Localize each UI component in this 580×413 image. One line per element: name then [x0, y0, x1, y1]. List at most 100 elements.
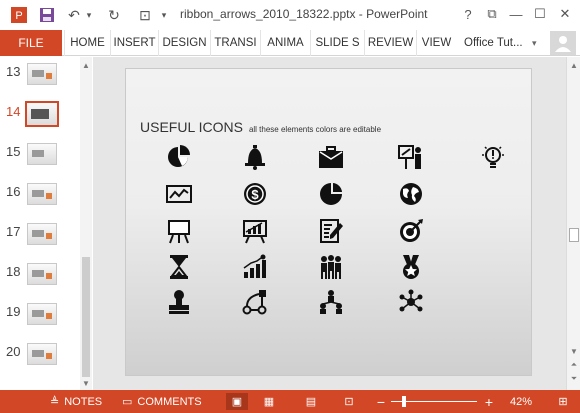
status-bar: ≜ NOTES ▭ COMMENTS ▣ ▦ ▤ ⊡ − + 42% ⊞ — [0, 390, 580, 413]
thumbnail-scrollbar[interactable]: ▲ ▼ — [80, 57, 92, 390]
pie-chart-icon[interactable] — [166, 144, 192, 170]
comments-label: COMMENTS — [137, 395, 202, 408]
redo-icon[interactable]: ↻ — [104, 4, 124, 26]
slide-thumbnail-selected[interactable] — [25, 101, 59, 127]
slide-number: 19 — [6, 304, 21, 319]
slide-thumbnail[interactable] — [27, 143, 57, 165]
thumbnail-20[interactable]: 20 — [0, 339, 80, 369]
slide-canvas[interactable]: USEFUL ICONS all these elements colors ar… — [125, 68, 532, 376]
account-name[interactable]: Office Tut... — [458, 30, 523, 56]
scroll-up-icon[interactable]: ▲ — [567, 59, 580, 71]
ribbon-tabs: FILE HOME INSERT DESIGN TRANSI ANIMA SLI… — [0, 30, 580, 56]
scrollbar-thumb[interactable] — [569, 228, 579, 242]
easel-icon[interactable] — [166, 218, 192, 244]
easel-chart-icon[interactable] — [242, 218, 268, 244]
previous-slide-icon[interactable]: ⏶ — [567, 359, 580, 371]
thumbnail-17[interactable]: 17 — [0, 219, 80, 249]
lightbulb-icon[interactable] — [480, 144, 506, 170]
thumbnail-15[interactable]: 15 — [0, 139, 80, 169]
avatar[interactable] — [550, 31, 576, 55]
target-icon[interactable] — [398, 218, 424, 244]
presenter-icon[interactable] — [398, 144, 424, 170]
fit-slide-icon[interactable]: ⊞ — [552, 393, 574, 410]
zoom-in-icon[interactable]: + — [478, 393, 500, 410]
scroll-down-icon[interactable]: ▼ — [80, 377, 92, 389]
dollar-coin-icon[interactable]: $ — [242, 181, 268, 207]
stamp-icon[interactable] — [166, 289, 192, 315]
powerpoint-logo-icon[interactable]: P — [6, 4, 32, 26]
thumbnail-19[interactable]: 19 — [0, 299, 80, 329]
zoom-out-icon[interactable]: − — [370, 393, 392, 410]
briefcase-icon[interactable] — [318, 144, 344, 170]
thumbnail-13[interactable]: 13 — [0, 59, 80, 89]
team-icon[interactable] — [318, 254, 344, 280]
network-people-icon[interactable] — [318, 289, 344, 315]
svg-text:$: $ — [251, 187, 259, 202]
slide-thumbnail[interactable] — [27, 63, 57, 85]
slide-thumbnail[interactable] — [27, 263, 57, 285]
thumbnail-14[interactable]: 14 — [0, 99, 80, 129]
slide-number: 13 — [6, 64, 21, 79]
zoom-slider-thumb[interactable] — [402, 396, 406, 407]
tab-view[interactable]: VIEW — [416, 30, 456, 56]
slide-thumbnail[interactable] — [27, 223, 57, 245]
maximize-icon[interactable]: ☐ — [528, 2, 552, 26]
start-from-beginning-icon[interactable]: ⊡ — [134, 4, 156, 26]
document-edit-icon[interactable] — [318, 218, 344, 244]
tab-home[interactable]: HOME — [64, 30, 110, 56]
thumbnail-18[interactable]: 18 — [0, 259, 80, 289]
award-icon[interactable] — [398, 254, 424, 280]
slide-thumbnail-pane: 13 14 15 16 17 18 19 20 ▲ ▼ — [0, 57, 92, 390]
slide-scrollbar[interactable]: ▲ ▼ ⏶ ⏷ — [566, 57, 580, 390]
customize-qat-icon[interactable]: ▾ — [158, 4, 170, 26]
account-dropdown-icon[interactable]: ▾ — [532, 38, 537, 49]
globe-icon[interactable] — [398, 181, 424, 207]
tab-animations[interactable]: ANIMA — [260, 30, 310, 56]
slide-number: 16 — [6, 184, 21, 199]
scrollbar-thumb[interactable] — [82, 257, 90, 377]
hub-icon[interactable] — [398, 289, 424, 315]
undo-dropdown-icon[interactable]: ▾ — [84, 4, 94, 26]
title-bar: P ↶ ▾ ↻ ⊡ ▾ ribbon_arrows_2010_18322.ppt… — [0, 0, 580, 30]
notes-button[interactable]: ≜ NOTES — [50, 390, 102, 413]
tab-slide-show[interactable]: SLIDE S — [310, 30, 364, 56]
save-icon[interactable] — [36, 4, 58, 26]
workflow-icon[interactable] — [242, 289, 268, 315]
thumbnail-16[interactable]: 16 — [0, 179, 80, 209]
slide-thumbnail[interactable] — [27, 343, 57, 365]
scroll-down-icon[interactable]: ▼ — [567, 345, 580, 357]
slide-number: 17 — [6, 224, 21, 239]
slide-thumbnail[interactable] — [27, 303, 57, 325]
comments-button[interactable]: ▭ COMMENTS — [122, 390, 202, 413]
growth-bars-icon[interactable] — [242, 254, 268, 280]
slide-show-icon[interactable]: ⊡ — [338, 393, 360, 410]
reading-view-icon[interactable]: ▤ — [300, 393, 322, 410]
scroll-up-icon[interactable]: ▲ — [80, 59, 92, 71]
ribbon-display-options-icon[interactable]: ⧉ — [480, 2, 504, 26]
slide-subtitle: all these elements colors are editable — [248, 125, 382, 134]
minimize-icon[interactable]: — — [504, 2, 528, 26]
zoom-level[interactable]: 42% — [510, 390, 532, 413]
window-title: ribbon_arrows_2010_18322.pptx - PowerPoi… — [180, 7, 428, 21]
help-icon[interactable]: ? — [456, 2, 480, 26]
tab-file[interactable]: FILE — [0, 30, 62, 56]
normal-view-icon[interactable]: ▣ — [226, 393, 248, 410]
pie-slice-icon[interactable] — [318, 181, 344, 207]
close-icon[interactable]: ✕ — [553, 2, 577, 26]
bell-icon[interactable] — [242, 144, 268, 170]
slide-number: 20 — [6, 344, 21, 359]
next-slide-icon[interactable]: ⏷ — [567, 373, 580, 385]
slide-title-text: USEFUL ICONS — [140, 119, 243, 135]
slide-title[interactable]: USEFUL ICONS all these elements colors ar… — [140, 119, 381, 135]
tab-transitions[interactable]: TRANSI — [210, 30, 260, 56]
hourglass-icon[interactable] — [166, 254, 192, 280]
notes-icon: ≜ — [50, 396, 60, 408]
notes-label: NOTES — [64, 395, 103, 408]
line-chart-icon[interactable] — [166, 181, 192, 207]
undo-icon[interactable]: ↶ — [64, 4, 84, 26]
slide-sorter-icon[interactable]: ▦ — [258, 393, 280, 410]
slide-thumbnail[interactable] — [27, 183, 57, 205]
tab-insert[interactable]: INSERT — [110, 30, 158, 56]
tab-design[interactable]: DESIGN — [158, 30, 210, 56]
tab-review[interactable]: REVIEW — [364, 30, 416, 56]
